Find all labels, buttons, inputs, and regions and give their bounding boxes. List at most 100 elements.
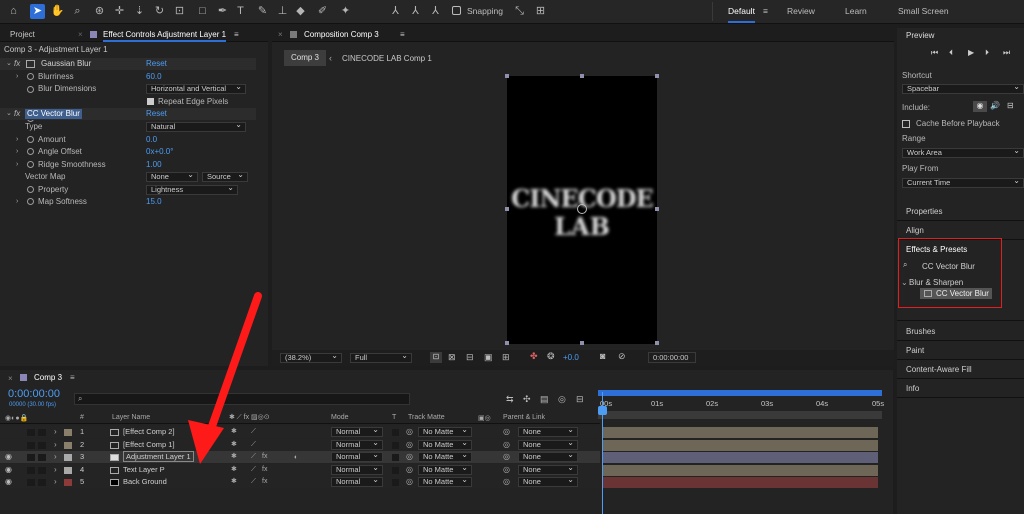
stopwatch-icon[interactable] (27, 86, 34, 93)
parent-dropdown[interactable]: None (518, 452, 578, 462)
workspace-learn[interactable]: Learn (845, 6, 867, 16)
expand-chevron-icon[interactable]: › (16, 136, 18, 143)
layer-name[interactable]: Text Layer P (123, 464, 165, 476)
layer-row[interactable]: ◉ › 4 Text Layer P ✱ ⟋ fx Normal ◎ No Ma… (0, 463, 600, 476)
close-icon[interactable]: × (78, 30, 83, 39)
expand-chevron-icon[interactable]: › (54, 426, 57, 438)
axis-view-icon[interactable]: ⅄ (428, 4, 443, 19)
workspace-default[interactable]: Default (728, 6, 755, 23)
play-icon[interactable]: ▶ (968, 48, 974, 57)
expand-chevron-icon[interactable]: ⌄ (6, 59, 12, 67)
shortcut-dropdown[interactable]: Spacebar (902, 84, 1024, 94)
parent-pickwhip-icon[interactable]: ◎ (503, 476, 510, 488)
expand-chevron-icon[interactable]: › (54, 476, 57, 488)
panel-menu-icon[interactable]: ≡ (70, 373, 75, 382)
close-icon[interactable]: × (8, 374, 13, 383)
track-matte-dropdown[interactable]: No Matte (418, 439, 472, 450)
tab-composition[interactable]: Composition Comp 3 (304, 30, 379, 39)
blur-dimensions-dropdown[interactable]: Horizontal and Vertical (146, 84, 246, 94)
layer-duration-bar[interactable] (603, 427, 878, 438)
vector-map-dropdown[interactable]: None (146, 172, 198, 182)
layer-duration-bar[interactable] (603, 464, 878, 476)
lock-toggle[interactable] (38, 466, 46, 474)
expand-chevron-icon[interactable]: ⌄ (6, 109, 12, 117)
hand-tool-icon[interactable]: ✋ (50, 4, 65, 19)
parent-pickwhip-icon[interactable]: ◎ (503, 451, 510, 463)
exposure-value[interactable]: +0.0 (563, 353, 579, 362)
include-video-icon[interactable]: ◉ (973, 101, 987, 112)
mode-dropdown[interactable]: Normal (331, 477, 383, 487)
align-panel-tab[interactable]: Align (906, 226, 924, 235)
comp-flowchart-icon[interactable]: ⇆ (506, 394, 514, 405)
breadcrumb-cinecode[interactable]: CINECODE LAB Comp 1 (342, 54, 432, 63)
cache-checkbox[interactable] (902, 120, 910, 128)
channel-icon[interactable]: ✤ (530, 351, 538, 362)
eye-icon[interactable]: ◉ (5, 476, 12, 488)
anchor-point-icon[interactable] (577, 204, 587, 214)
expand-chevron-icon[interactable]: › (54, 451, 57, 463)
work-area-bar[interactable] (598, 390, 882, 396)
workspace-menu-icon[interactable]: ≡ (763, 6, 768, 16)
axis-local-icon[interactable]: ⅄ (388, 4, 403, 19)
last-frame-icon[interactable]: ⏭ (1003, 48, 1010, 58)
blurriness-value[interactable]: 60.0 (146, 71, 162, 83)
type-dropdown[interactable]: Natural (146, 122, 246, 132)
expand-chevron-icon[interactable]: › (16, 73, 18, 80)
snapshot-camera-icon[interactable]: ◙ (600, 351, 605, 361)
parent-pickwhip-icon[interactable]: ◎ (503, 426, 510, 438)
anchor-tool-icon[interactable]: ⊡ (172, 4, 187, 19)
layer-row[interactable]: ◉ › 3 Adjustment Layer 1 ✱ ⟋ fx ◐ Normal… (0, 451, 600, 463)
frame-blend-icon[interactable]: ▤ (540, 394, 549, 405)
breadcrumb-comp3[interactable]: Comp 3 (284, 50, 326, 66)
first-frame-icon[interactable]: ⏮ (931, 48, 938, 58)
home-icon[interactable]: ⌂ (6, 4, 21, 19)
clone-stamp-icon[interactable]: ⊥ (275, 4, 290, 19)
stopwatch-icon[interactable] (27, 148, 34, 155)
mode-dropdown[interactable]: Normal (331, 464, 383, 475)
resolution-dropdown[interactable]: Full (350, 353, 412, 363)
layer-name[interactable]: Back Ground (123, 476, 167, 488)
mask-visibility-icon[interactable]: ⊟ (466, 352, 474, 363)
next-frame-icon[interactable]: ⏵ (985, 48, 989, 58)
workspace-review[interactable]: Review (787, 6, 815, 16)
pickwhip-icon[interactable]: ◎ (406, 439, 413, 451)
expand-chevron-icon[interactable]: › (16, 148, 18, 155)
preserve-transparency-toggle[interactable] (392, 429, 399, 436)
pickwhip-icon[interactable]: ◎ (406, 451, 413, 463)
gaussian-reset-link[interactable]: Reset (146, 58, 167, 70)
range-dropdown[interactable]: Work Area (902, 148, 1024, 158)
parent-dropdown[interactable]: None (518, 464, 578, 475)
lock-toggle[interactable] (38, 441, 46, 449)
ridge-smoothness-value[interactable]: 1.00 (146, 159, 162, 171)
dolly-tool-icon[interactable]: ⇣ (132, 4, 147, 19)
expand-chevron-icon[interactable]: › (16, 161, 18, 168)
pan-tool-icon[interactable]: ✛ (112, 4, 127, 19)
preserve-transparency-toggle[interactable] (392, 441, 399, 449)
snapping-checkbox[interactable] (452, 6, 461, 15)
brushes-panel-tab[interactable]: Brushes (906, 327, 935, 336)
pickwhip-icon[interactable]: ◎ (406, 476, 413, 488)
map-softness-value[interactable]: 15.0 (146, 196, 162, 208)
preserve-transparency-toggle[interactable] (392, 454, 399, 461)
zoom-tool-icon[interactable]: ⌕ (70, 4, 85, 19)
label-color-swatch[interactable] (64, 429, 72, 436)
lock-toggle[interactable] (38, 479, 46, 486)
tab-project[interactable]: Project (10, 30, 35, 39)
stopwatch-icon[interactable] (27, 136, 34, 143)
property-dropdown[interactable]: Lightness (146, 185, 238, 195)
expand-chevron-icon[interactable]: › (54, 464, 57, 476)
include-overlays-icon[interactable]: ⊟ (1007, 101, 1014, 110)
track-matte-dropdown[interactable]: No Matte (418, 452, 472, 462)
workspace-small-screen[interactable]: Small Screen (898, 6, 949, 16)
previous-frame-icon[interactable]: ⏴ (949, 48, 953, 58)
region-of-interest-icon[interactable]: ▣ (484, 352, 493, 363)
tab-comp3-timeline[interactable]: Comp 3 (34, 373, 62, 382)
shy-switch-icon[interactable]: ✱ (231, 476, 237, 488)
pickwhip-icon[interactable]: ◎ (406, 464, 413, 476)
rectangle-tool-icon[interactable]: □ (195, 4, 210, 19)
layer-duration-bar[interactable] (603, 452, 878, 463)
orbit-tool-icon[interactable]: ⊛ (92, 4, 107, 19)
show-snapshot-icon[interactable]: ⊘ (618, 351, 626, 362)
info-panel-tab[interactable]: Info (906, 384, 919, 393)
pickwhip-icon[interactable]: ◎ (406, 426, 413, 438)
